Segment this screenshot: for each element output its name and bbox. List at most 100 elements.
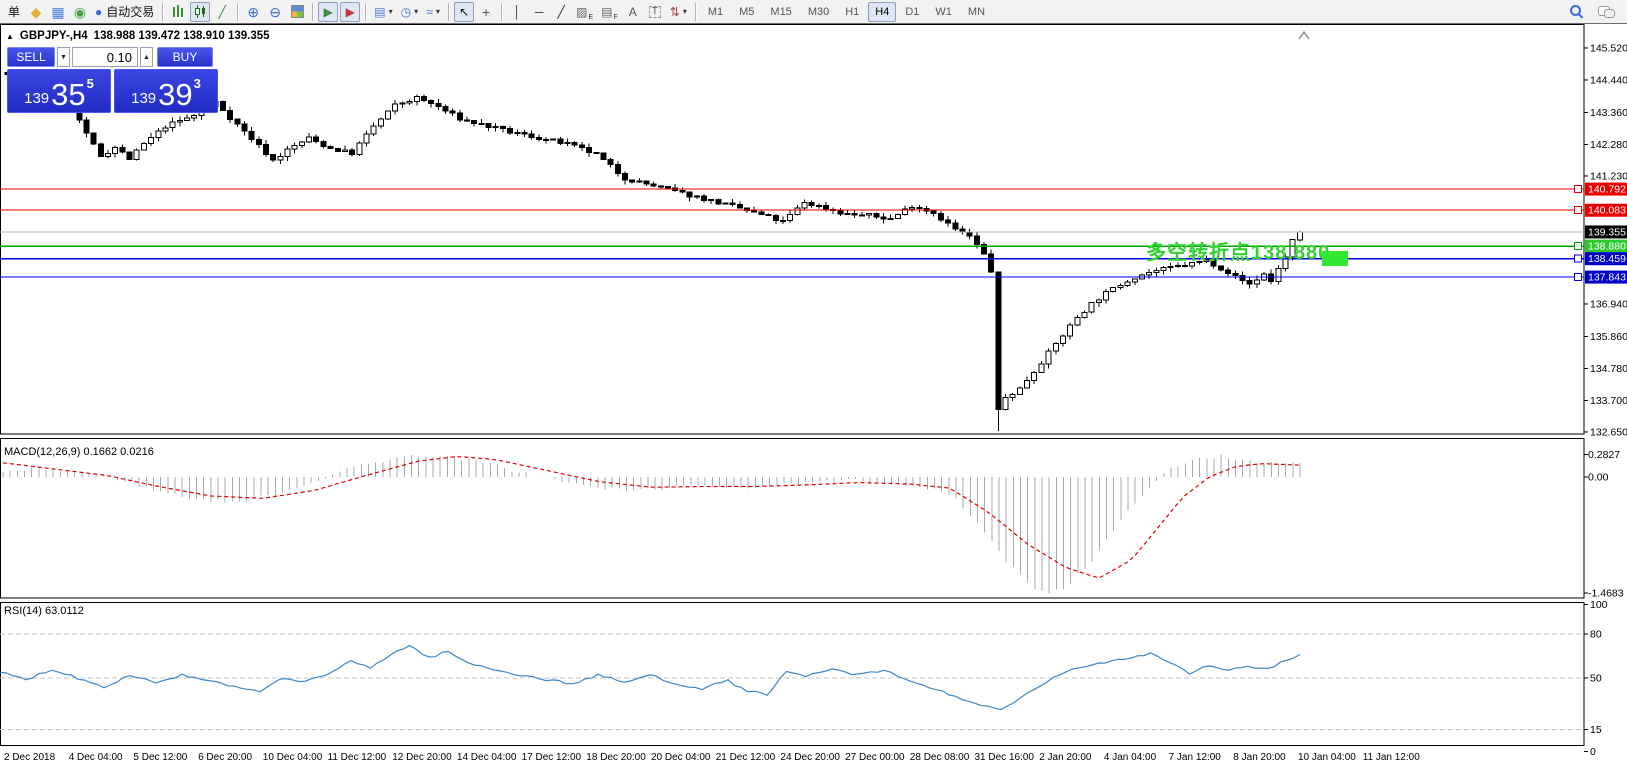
resistance-line-2-handle[interactable] (1574, 206, 1582, 215)
price-tick-label: 145.520 (1590, 43, 1627, 55)
rsi-tick-label: 50 (1590, 673, 1602, 685)
resistance-line-1-handle[interactable] (1574, 185, 1582, 194)
horizontal-line-button[interactable]: ─ (529, 2, 549, 22)
chart-title: ▲ GBPJPY-,H4 138.988 139.472 138.910 139… (6, 30, 270, 42)
support-line-1-handle[interactable] (1574, 254, 1582, 263)
timeframe-m15-button[interactable]: M15 (763, 2, 798, 22)
macd-panel[interactable] (0, 438, 1585, 599)
chat-button[interactable] (1595, 2, 1617, 22)
macd-tick-label: -1.4683 (1588, 587, 1624, 599)
navigator-button[interactable]: ◉ (70, 2, 90, 22)
pivot-line-handle[interactable] (1574, 242, 1582, 251)
volume-input[interactable]: 0.10 (72, 47, 138, 67)
main-chart-panel[interactable] (0, 24, 1585, 435)
pivot-line-price-label: 138.880 (1588, 241, 1626, 253)
support-line-2-handle[interactable] (1574, 273, 1582, 282)
price-tick-label: 143.360 (1590, 107, 1627, 119)
auto-scroll-button[interactable]: ▶ (340, 1, 361, 22)
candlestick-button[interactable] (190, 1, 211, 22)
toolbar-separator (237, 2, 239, 21)
pivot-annotation-text[interactable]: 多空转折点138.880 (1146, 236, 1330, 265)
zoom-out-button[interactable]: ⊖ (265, 2, 285, 22)
one-click-trading-panel: SELL ▼ 0.10 ▲ BUY 139 35 5 139 39 3 (7, 47, 218, 113)
sell-button[interactable]: SELL (7, 47, 55, 67)
timeframe-m30-button[interactable]: M30 (801, 2, 836, 22)
autotrading-button[interactable]: ● 自动交易 (92, 2, 157, 22)
arrows-button[interactable]: ⇅ ▾ (667, 2, 690, 22)
cursor-button[interactable]: ↖ (454, 1, 475, 22)
macd-tick-label: 0.00 (1588, 472, 1609, 484)
volume-up-button[interactable]: ▲ (140, 47, 153, 67)
zoom-in-button[interactable]: ⊕ (243, 2, 263, 22)
cursor-icon: ↖ (459, 4, 470, 19)
market-watch-button[interactable]: ◆ (26, 2, 46, 22)
equidistant-channel-button[interactable]: ▨ E (573, 2, 596, 22)
time-axis-label: 6 Dec 20:00 (198, 752, 252, 763)
sell-price-button[interactable]: 139 35 5 (7, 69, 111, 113)
timeframe-mn-button[interactable]: MN (961, 2, 992, 22)
periods-menu-button[interactable]: ◷ ▾ (398, 2, 422, 22)
data-window-button[interactable]: ▦ (48, 2, 68, 22)
timeframe-m1-button[interactable]: M1 (701, 2, 730, 22)
crosshair-button[interactable]: + (476, 2, 496, 22)
macd-tick-label: 0.2827 (1588, 449, 1620, 461)
horizontal-line-icon: ─ (534, 4, 544, 19)
time-axis-label: 8 Jan 20:00 (1233, 752, 1286, 763)
panel-splitter-rsi[interactable] (0, 598, 1584, 602)
chart-shift-button[interactable]: ▶ (318, 1, 339, 22)
autotrading-button-label: 自动交易 (106, 5, 155, 19)
time-axis-label: 4 Jan 04:00 (1104, 752, 1157, 763)
candlestick-icon (193, 5, 208, 18)
trendline-button[interactable]: ╱ (551, 2, 571, 22)
rsi-panel[interactable] (0, 602, 1585, 746)
timeframe-m5-button[interactable]: M5 (732, 2, 761, 22)
fibonacci-button[interactable]: ▤ F (598, 2, 621, 22)
channel-icon: ▨ (576, 4, 588, 19)
timeframe-h4-button[interactable]: H4 (868, 1, 897, 22)
bar-chart-button[interactable] (168, 2, 188, 22)
bid-pip-digit: 5 (86, 76, 94, 91)
new-chart-button[interactable]: ▤ ▾ (371, 2, 395, 22)
support-line-1-price-label: 138.459 (1588, 253, 1626, 265)
line-chart-button[interactable]: ╱ (212, 2, 232, 22)
crosshair-icon: + (482, 3, 491, 20)
text-label-button[interactable]: T (645, 2, 665, 22)
price-tick-label: 135.860 (1590, 331, 1627, 343)
toolbar-separator (365, 2, 367, 21)
symbol-period-label: GBPJPY-,H4 (19, 30, 88, 42)
arrows-icon: ⇅ (669, 4, 680, 19)
text-button[interactable]: A (623, 2, 643, 22)
chevron-down-icon: ▾ (388, 7, 393, 16)
search-button[interactable] (1566, 2, 1587, 22)
rsi-tick-label: 80 (1590, 628, 1602, 640)
timeframe-h1-button[interactable]: H1 (838, 2, 866, 22)
toolbar-separator (694, 2, 696, 21)
buy-button[interactable]: BUY (157, 47, 213, 67)
tile-windows-button[interactable] (287, 2, 307, 22)
pivot-highlight-box[interactable] (1322, 251, 1348, 266)
volume-down-button[interactable]: ▼ (57, 47, 70, 67)
timeframe-d1-button[interactable]: D1 (898, 2, 926, 22)
clock-icon: ◷ (400, 4, 412, 19)
chat-icon (1598, 5, 1615, 18)
vertical-line-button[interactable]: │ (507, 2, 527, 22)
price-tick-label: 141.230 (1590, 171, 1627, 183)
buy-price-button[interactable]: 139 39 3 (114, 69, 218, 113)
mt4-window: 140.792 140.083 139.355 138.880 138.459 137.8… (0, 0, 1627, 773)
time-axis-label: 2 Dec 2018 (4, 752, 56, 763)
timeframe-w1-button[interactable]: W1 (928, 2, 959, 22)
time-axis-label: 11 Jan 12:00 (1363, 752, 1421, 763)
templates-menu-button[interactable]: ≈ ▾ (423, 2, 443, 22)
new-order-button-label: 单 (7, 5, 20, 19)
time-axis-label: 18 Dec 20:00 (586, 752, 646, 763)
panel-splitter-macd[interactable] (0, 434, 1584, 438)
data-window-icon: ▦ (51, 3, 65, 20)
equidistant-channel-button-sub-label: E (588, 13, 594, 21)
fibonacci-button-sub-label: F (613, 13, 618, 21)
chart-canvas[interactable]: 140.792 140.083 139.355 138.880138.459 137.8… (0, 0, 1627, 773)
collapse-icon[interactable]: ▲ (6, 32, 14, 41)
new-order-button[interactable]: 单 (4, 2, 24, 22)
time-axis-label: 10 Dec 04:00 (263, 752, 323, 763)
search-icon (1569, 4, 1584, 19)
toolbar-separator (501, 2, 503, 21)
